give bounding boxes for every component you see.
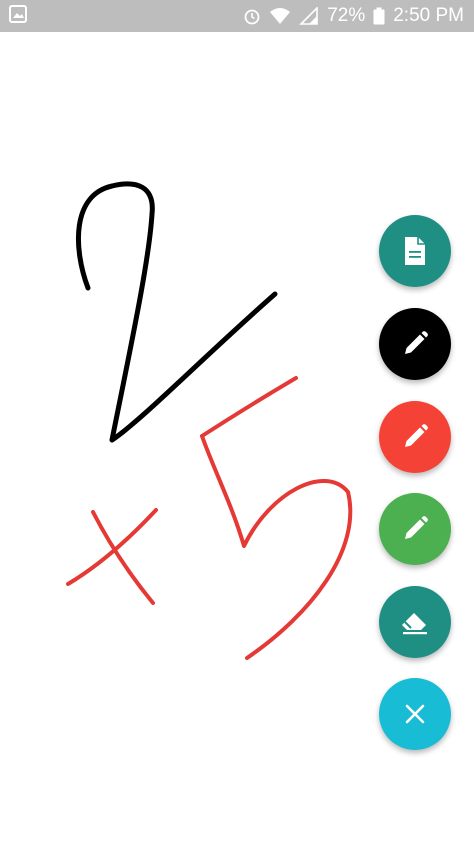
status-right: 72% 2:50 PM (243, 5, 464, 27)
red-pen-button[interactable] (379, 401, 451, 473)
pencil-icon (401, 515, 429, 543)
status-bar: 72% 2:50 PM (0, 0, 474, 32)
battery-icon (373, 7, 385, 25)
pencil-icon (401, 330, 429, 358)
black-stroke-2 (75, 181, 278, 443)
new-page-icon (402, 236, 428, 266)
eraser-icon (399, 608, 431, 636)
green-pen-button[interactable] (379, 493, 451, 565)
eraser-button[interactable] (379, 586, 451, 658)
alarm-icon (243, 7, 261, 25)
close-icon (404, 703, 426, 725)
close-menu-button[interactable] (379, 678, 451, 750)
gallery-notification-icon (8, 4, 28, 29)
signal-icon (299, 7, 319, 25)
new-page-button[interactable] (379, 215, 451, 287)
pencil-icon (401, 423, 429, 451)
wifi-icon (269, 7, 291, 25)
black-pen-button[interactable] (379, 308, 451, 380)
status-left (8, 4, 28, 29)
red-stroke-5-body (200, 434, 353, 660)
battery-percent: 72% (327, 5, 366, 26)
red-stroke-x-1 (91, 510, 155, 605)
drawing-app-screen: 72% 2:50 PM (0, 0, 474, 845)
red-stroke-5-top (200, 376, 298, 438)
clock-time: 2:50 PM (393, 5, 464, 26)
